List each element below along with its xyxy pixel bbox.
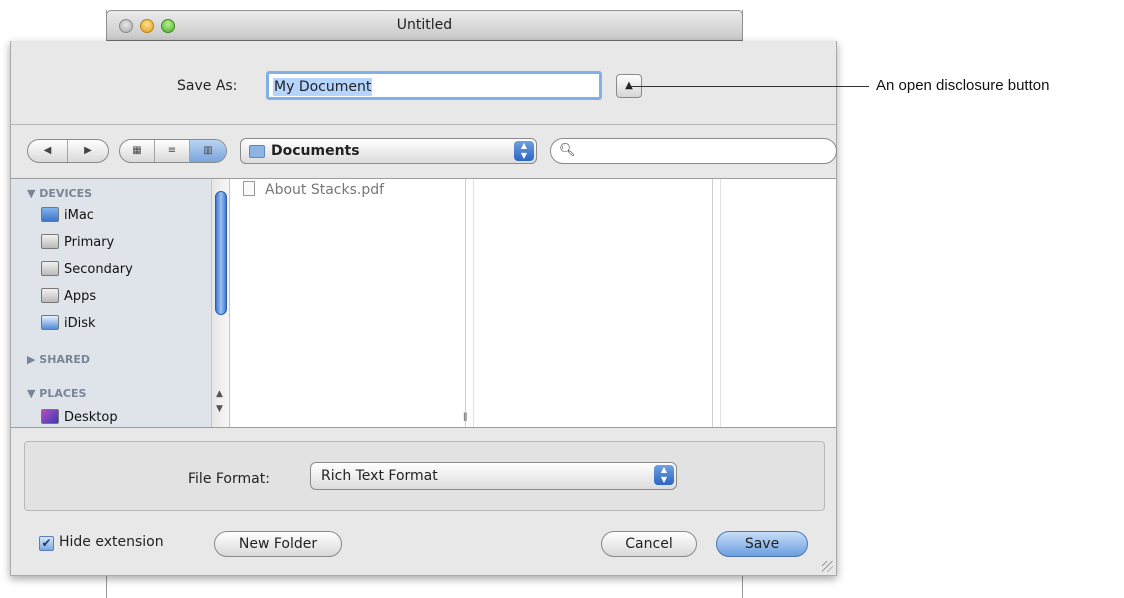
accessory-view: File Format: Rich Text Format ▲ ▼	[24, 441, 825, 511]
window-title: Untitled	[396, 17, 453, 33]
column-view-button[interactable]: ▥	[190, 140, 226, 162]
hide-extension-checkbox[interactable]: ✔	[39, 536, 54, 551]
back-forward-control: ◀ ▶	[27, 139, 109, 163]
forward-button[interactable]: ▶	[68, 140, 108, 162]
save-button[interactable]: Save	[716, 531, 808, 557]
icon-view-button[interactable]: ▦	[120, 140, 155, 162]
scroll-down-icon[interactable]: ▼	[216, 404, 223, 414]
view-mode-control: ▦ ≡ ▥	[119, 139, 227, 163]
file-item[interactable]: About Stacks.pdf	[243, 181, 384, 198]
sidebar-header-shared[interactable]: ▶ SHARED	[27, 353, 90, 366]
browser-toolbar: ◀ ▶ ▦ ≡ ▥ Documents ▲ ▼ 🔍︎	[11, 126, 837, 178]
sidebar-item-apps[interactable]: Apps	[41, 288, 96, 308]
pdf-file-icon	[243, 181, 255, 196]
cancel-button[interactable]: Cancel	[601, 531, 697, 557]
sidebar-scrollbar[interactable]: ▲ ▼	[211, 179, 230, 427]
popup-arrows-icon: ▲ ▼	[514, 141, 534, 161]
browser-column-3	[720, 179, 838, 427]
resize-grip-icon[interactable]	[822, 561, 833, 572]
save-as-field[interactable]: My Document	[266, 71, 602, 100]
location-popup[interactable]: Documents ▲ ▼	[240, 138, 537, 164]
hard-drive-icon	[41, 288, 59, 303]
desktop-icon	[41, 409, 59, 424]
sidebar-item-imac[interactable]: iMac	[41, 207, 94, 227]
callout-label: An open disclosure button	[876, 77, 1050, 94]
new-folder-button[interactable]: New Folder	[214, 531, 342, 557]
save-as-label: Save As:	[177, 78, 238, 94]
popup-arrows-icon: ▲ ▼	[654, 465, 674, 485]
sidebar-header-places[interactable]: ▼ PLACES	[27, 387, 86, 400]
save-as-value: My Document	[273, 78, 373, 96]
save-as-row: Save As: My Document ▲	[11, 41, 836, 125]
title-bar[interactable]: Untitled	[106, 10, 743, 41]
sidebar-item-secondary[interactable]: Secondary	[41, 261, 133, 281]
file-format-popup[interactable]: Rich Text Format ▲ ▼	[310, 462, 677, 490]
sidebar: ▼ DEVICES iMac Primary Secondary Apps iD…	[11, 179, 211, 427]
list-view-button[interactable]: ≡	[155, 140, 190, 162]
sidebar-item-primary[interactable]: Primary	[41, 234, 114, 254]
callout-line	[628, 86, 869, 87]
file-format-value: Rich Text Format	[321, 468, 438, 484]
browser-column-1: About Stacks.pdf ǁ	[231, 179, 467, 427]
scroll-up-icon[interactable]: ▲	[216, 389, 223, 399]
file-format-label: File Format:	[188, 471, 270, 487]
search-field[interactable]: 🔍︎	[550, 138, 837, 164]
sidebar-item-desktop[interactable]: Desktop	[41, 409, 118, 427]
scroll-thumb[interactable]	[215, 191, 227, 315]
location-label: Documents	[271, 143, 360, 159]
hard-drive-icon	[41, 261, 59, 276]
sidebar-item-idisk[interactable]: iDisk	[41, 315, 96, 335]
search-icon: 🔍︎	[559, 143, 576, 158]
save-sheet: Save As: My Document ▲ ◀▶ ▦≡▥ Documents …	[10, 41, 837, 576]
browser-column-2	[473, 179, 713, 427]
idisk-icon	[41, 315, 59, 330]
hide-extension-label[interactable]: Hide extension	[59, 534, 164, 550]
folder-icon	[249, 145, 265, 158]
sidebar-header-devices[interactable]: ▼ DEVICES	[27, 187, 92, 200]
hard-drive-icon	[41, 234, 59, 249]
file-browser: ▼ DEVICES iMac Primary Secondary Apps iD…	[11, 178, 836, 428]
imac-icon	[41, 207, 59, 222]
back-button[interactable]: ◀	[28, 140, 68, 162]
column-resize-handle[interactable]: ǁ	[463, 412, 467, 422]
